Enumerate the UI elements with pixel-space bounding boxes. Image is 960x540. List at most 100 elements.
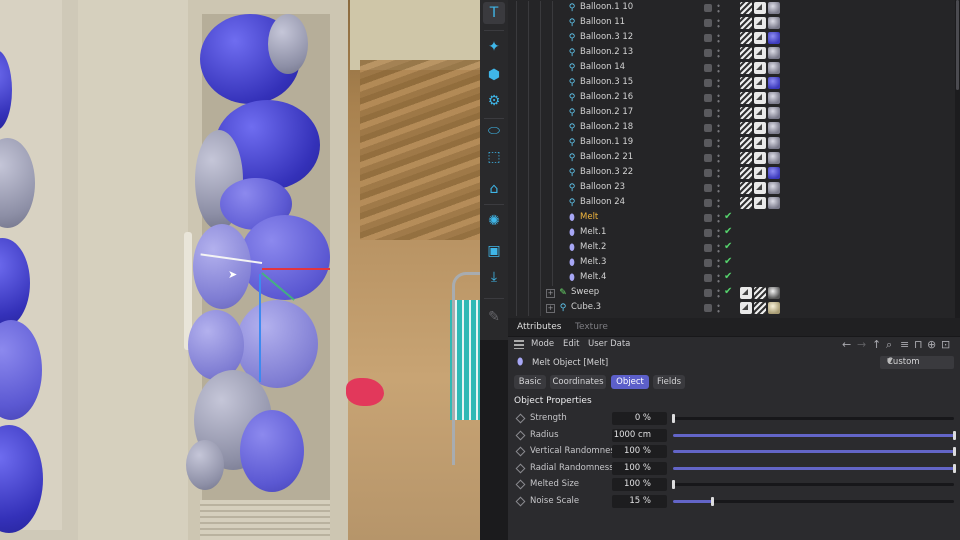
object-manager[interactable]: ⚲ Balloon.1 10 ⚲ Balloon 11 ⚲ Balloon.3 12 ⚲ Ba… [508, 0, 960, 318]
render-tag-icon[interactable]: ⤓ [483, 266, 505, 288]
axis-cube-icon[interactable]: ⬚ [483, 146, 505, 168]
object-name[interactable]: Sweep [571, 287, 599, 297]
object-name[interactable]: Melt.4 [580, 272, 606, 282]
layer-toggle[interactable] [704, 94, 712, 102]
property-value-field[interactable]: 100 % [612, 461, 667, 475]
object-row[interactable]: + ⚲ Cube.3 [508, 301, 954, 316]
layer-toggle[interactable] [704, 304, 712, 312]
visibility-dots[interactable] [717, 243, 720, 254]
expand-toggle[interactable]: + [546, 304, 555, 313]
object-name[interactable]: Melt [580, 212, 598, 222]
enabled-check-icon[interactable]: ✔ [724, 226, 732, 237]
enabled-check-icon[interactable]: ✔ [724, 211, 732, 222]
visibility-dots[interactable] [717, 258, 720, 269]
environment-icon[interactable]: ✺ [483, 210, 505, 232]
layer-toggle[interactable] [704, 4, 712, 12]
uvw-tag-icon[interactable] [754, 77, 766, 89]
keyframe-diamond-icon[interactable] [515, 496, 526, 506]
material-tag-icon[interactable] [768, 122, 780, 134]
property-slider[interactable] [673, 496, 954, 506]
gizmo-y-axis[interactable] [259, 274, 261, 382]
layer-toggle[interactable] [704, 169, 712, 177]
layer-toggle[interactable] [704, 19, 712, 27]
visibility-dots[interactable] [717, 168, 720, 179]
object-row[interactable]: ⚲ Balloon.1 19 [508, 136, 954, 151]
object-name[interactable]: Balloon.3 12 [580, 32, 633, 42]
menu-edit[interactable]: Edit [563, 339, 579, 349]
visibility-dots[interactable] [717, 288, 720, 299]
visibility-dots[interactable] [717, 183, 720, 194]
subtab-coordinates[interactable]: Coordinates [550, 375, 606, 389]
deformer-icon[interactable]: ⬭ [483, 120, 505, 142]
phong-tag-icon[interactable] [754, 302, 766, 314]
forward-arrow-icon[interactable]: → [857, 338, 866, 351]
visibility-dots[interactable] [717, 213, 720, 224]
material-tag-icon[interactable] [768, 182, 780, 194]
layer-toggle[interactable] [704, 289, 712, 297]
object-row[interactable]: ⬮ Melt.1 ✔ [508, 226, 954, 241]
object-name[interactable]: Balloon.1 19 [580, 137, 633, 147]
tab-attributes[interactable]: Attributes [517, 322, 561, 332]
menu-mode[interactable]: Mode [531, 339, 554, 349]
material-tag-icon[interactable] [768, 152, 780, 164]
material-tag-icon[interactable] [768, 302, 780, 314]
uvw-tag-icon[interactable] [754, 47, 766, 59]
property-value-field[interactable]: 15 % [612, 494, 667, 508]
visibility-dots[interactable] [717, 48, 720, 59]
keyframe-diamond-icon[interactable] [515, 413, 526, 424]
visibility-dots[interactable] [717, 108, 720, 119]
property-value-field[interactable]: 100 % [612, 445, 667, 458]
uvw-tag-icon[interactable] [754, 137, 766, 149]
layer-toggle[interactable] [704, 124, 712, 132]
menu-user-data[interactable]: User Data [588, 339, 630, 349]
object-name[interactable]: Balloon.3 22 [580, 167, 633, 177]
object-row[interactable]: ⬮ Melt.2 ✔ [508, 241, 954, 256]
layer-toggle[interactable] [704, 229, 712, 237]
object-row[interactable]: ⚲ Balloon 11 [508, 16, 954, 31]
object-row[interactable]: ⚲ Balloon.2 16 [508, 91, 954, 106]
material-tag-icon[interactable] [768, 62, 780, 74]
visibility-dots[interactable] [717, 3, 720, 14]
layer-toggle[interactable] [704, 184, 712, 192]
object-row[interactable]: ⬮ Melt ✔ [508, 211, 954, 226]
emitter-icon[interactable]: ✦ [483, 36, 505, 58]
object-name[interactable]: Balloon.2 17 [580, 107, 633, 117]
property-value-field[interactable]: 0 % [612, 412, 667, 425]
object-row[interactable]: ⚲ Balloon.2 17 [508, 106, 954, 121]
camera-icon[interactable]: ▣ [483, 240, 505, 262]
keyframe-diamond-icon[interactable] [515, 463, 526, 473]
object-row[interactable]: ⚲ Balloon.2 18 [508, 121, 954, 136]
object-manager-scrollbar[interactable] [955, 0, 960, 318]
enabled-check-icon[interactable]: ✔ [724, 271, 732, 282]
text-icon[interactable]: T [483, 2, 505, 24]
visibility-dots[interactable] [717, 123, 720, 134]
subtab-fields[interactable]: Fields [653, 375, 685, 389]
material-tag-icon[interactable] [768, 137, 780, 149]
uvw-tag-icon[interactable] [754, 182, 766, 194]
layer-toggle[interactable] [704, 214, 712, 222]
object-name[interactable]: Balloon.1 10 [580, 2, 633, 12]
uvw-tag-icon[interactable] [754, 197, 766, 209]
object-row[interactable]: ⚲ Balloon 24 [508, 196, 954, 211]
enabled-check-icon[interactable]: ✔ [724, 256, 732, 267]
material-tag-icon[interactable] [768, 107, 780, 119]
material-tag-icon[interactable] [768, 77, 780, 89]
phong-tag-icon[interactable] [740, 32, 752, 44]
uvw-tag-icon[interactable] [740, 287, 752, 299]
object-name[interactable]: Balloon 24 [580, 197, 625, 207]
visibility-dots[interactable] [717, 153, 720, 164]
object-name[interactable]: Balloon 14 [580, 62, 625, 72]
up-arrow-icon[interactable]: ↑ [872, 338, 881, 351]
visibility-dots[interactable] [717, 33, 720, 44]
phong-tag-icon[interactable] [740, 197, 752, 209]
layer-toggle[interactable] [704, 259, 712, 267]
menu-icon[interactable] [514, 340, 524, 349]
uvw-tag-icon[interactable] [754, 32, 766, 44]
slider-knob[interactable] [953, 447, 956, 456]
property-value-field[interactable]: 100 % [612, 478, 667, 491]
lock-icon[interactable]: ⊓ [914, 338, 923, 351]
material-tag-icon[interactable] [768, 287, 780, 299]
scrollbar-thumb[interactable] [956, 0, 959, 90]
uvw-tag-icon[interactable] [754, 17, 766, 29]
subtab-basic[interactable]: Basic [514, 375, 546, 389]
